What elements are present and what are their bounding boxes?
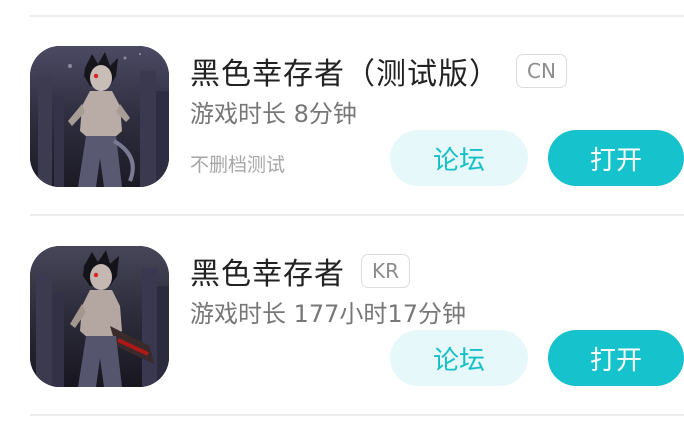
test-note: 不删档测试 bbox=[190, 154, 286, 176]
forum-button[interactable]: 论坛 bbox=[390, 330, 528, 386]
list-divider bbox=[30, 214, 684, 216]
title-line: 黑色幸存者（测试版） CN bbox=[190, 50, 567, 92]
list-divider bbox=[30, 414, 684, 416]
game-title: 黑色幸存者 bbox=[190, 257, 345, 292]
forum-button[interactable]: 论坛 bbox=[390, 130, 528, 186]
playtime-text: 游戏时长 177小时17分钟 bbox=[190, 300, 466, 328]
game-cover-icon[interactable] bbox=[30, 246, 169, 387]
list-divider bbox=[30, 15, 684, 17]
title-line: 黑色幸存者 KR bbox=[190, 250, 411, 292]
open-button[interactable]: 打开 bbox=[548, 130, 684, 186]
region-badge: KR bbox=[361, 254, 411, 288]
game-list-item[interactable]: 黑色幸存者（测试版） CN 游戏时长 8分钟 不删档测试 论坛 打开 bbox=[0, 30, 684, 220]
game-title: 黑色幸存者（测试版） bbox=[190, 57, 500, 92]
playtime-text: 游戏时长 8分钟 bbox=[190, 100, 357, 128]
region-badge: CN bbox=[516, 54, 567, 88]
open-button[interactable]: 打开 bbox=[548, 330, 684, 386]
game-library-list: 黑色幸存者（测试版） CN 游戏时长 8分钟 不删档测试 论坛 打开 黑色幸存者… bbox=[0, 0, 684, 440]
game-list-item[interactable]: 黑色幸存者 KR 游戏时长 177小时17分钟 论坛 打开 bbox=[0, 230, 684, 420]
game-cover-icon[interactable] bbox=[30, 46, 169, 187]
